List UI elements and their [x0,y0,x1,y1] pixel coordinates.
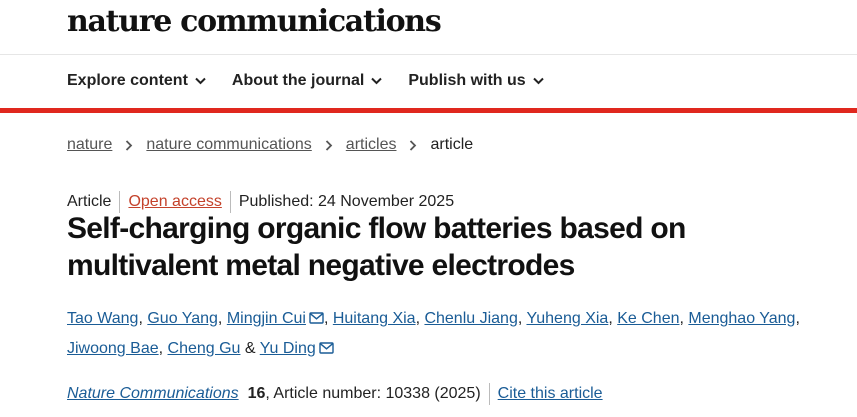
nav-item-label: Publish with us [408,72,526,89]
email-icon[interactable] [319,342,334,354]
chevron-right-icon [325,139,333,151]
volume-number: 16 [247,385,266,402]
nav-about-the-journal[interactable]: About the journal [231,72,383,90]
author-link[interactable]: Guo Yang [147,310,218,327]
nav-item-label: About the journal [231,72,365,89]
author-link[interactable]: Mingjin Cui [227,310,306,327]
email-icon[interactable] [309,312,324,324]
breadcrumb-nature-communications[interactable]: nature communications [146,136,311,154]
header-divider [0,54,857,55]
author-separator: & [240,340,260,357]
cite-divider [488,383,490,405]
main-nav: Explore content About the journal Publis… [67,72,570,90]
author-link[interactable]: Huitang Xia [333,310,416,327]
citation-line: Nature Communications 16 , Article numbe… [67,383,603,405]
author-link[interactable]: Chenlu Jiang [424,310,517,327]
chevron-right-icon [126,139,133,151]
open-access-link[interactable]: Open access [128,193,221,211]
author-separator: , [138,310,148,327]
site-logo[interactable]: nature communications [67,4,442,39]
author-separator: , [217,310,227,327]
author-list: Tao Wang, Guo Yang, Mingjin Cui, Huitang… [67,304,847,364]
breadcrumb-current: article [430,136,474,153]
nav-item-label: Explore content [67,72,188,89]
breadcrumb: nature nature communications articles ar… [67,136,473,154]
author-link[interactable]: Yu Ding [260,340,316,357]
breadcrumb-nature[interactable]: nature [67,136,112,154]
chevron-right-icon [410,139,417,151]
accent-bar [0,108,857,113]
breadcrumb-articles[interactable]: articles [346,136,397,154]
chevron-down-icon [532,77,544,85]
author-separator: , [608,310,618,327]
nav-explore-content[interactable]: Explore content [67,72,206,90]
author-link[interactable]: Tao Wang [67,310,138,327]
author-separator: , [795,310,800,327]
nav-publish-with-us[interactable]: Publish with us [408,72,544,90]
chevron-down-icon [195,77,206,85]
article-type: Article [67,193,112,210]
author-separator: , [158,340,168,357]
published-date: Published: 24 November 2025 [238,193,455,210]
author-separator: , [323,310,333,327]
author-link[interactable]: Jiwoong Bae [67,340,159,357]
author-link[interactable]: Yuheng Xia [526,310,608,327]
author-link[interactable]: Menghao Yang [688,310,795,327]
article-title: Self-charging organic flow batteries bas… [67,212,686,282]
journal-link[interactable]: Nature Communications [67,385,239,403]
article-number: , Article number: 10338 (2025) [265,385,481,402]
author-link[interactable]: Cheng Gu [168,340,241,357]
author-link[interactable]: Ke Chen [617,310,679,327]
cite-this-article-link[interactable]: Cite this article [498,385,603,403]
chevron-down-icon [371,77,383,85]
